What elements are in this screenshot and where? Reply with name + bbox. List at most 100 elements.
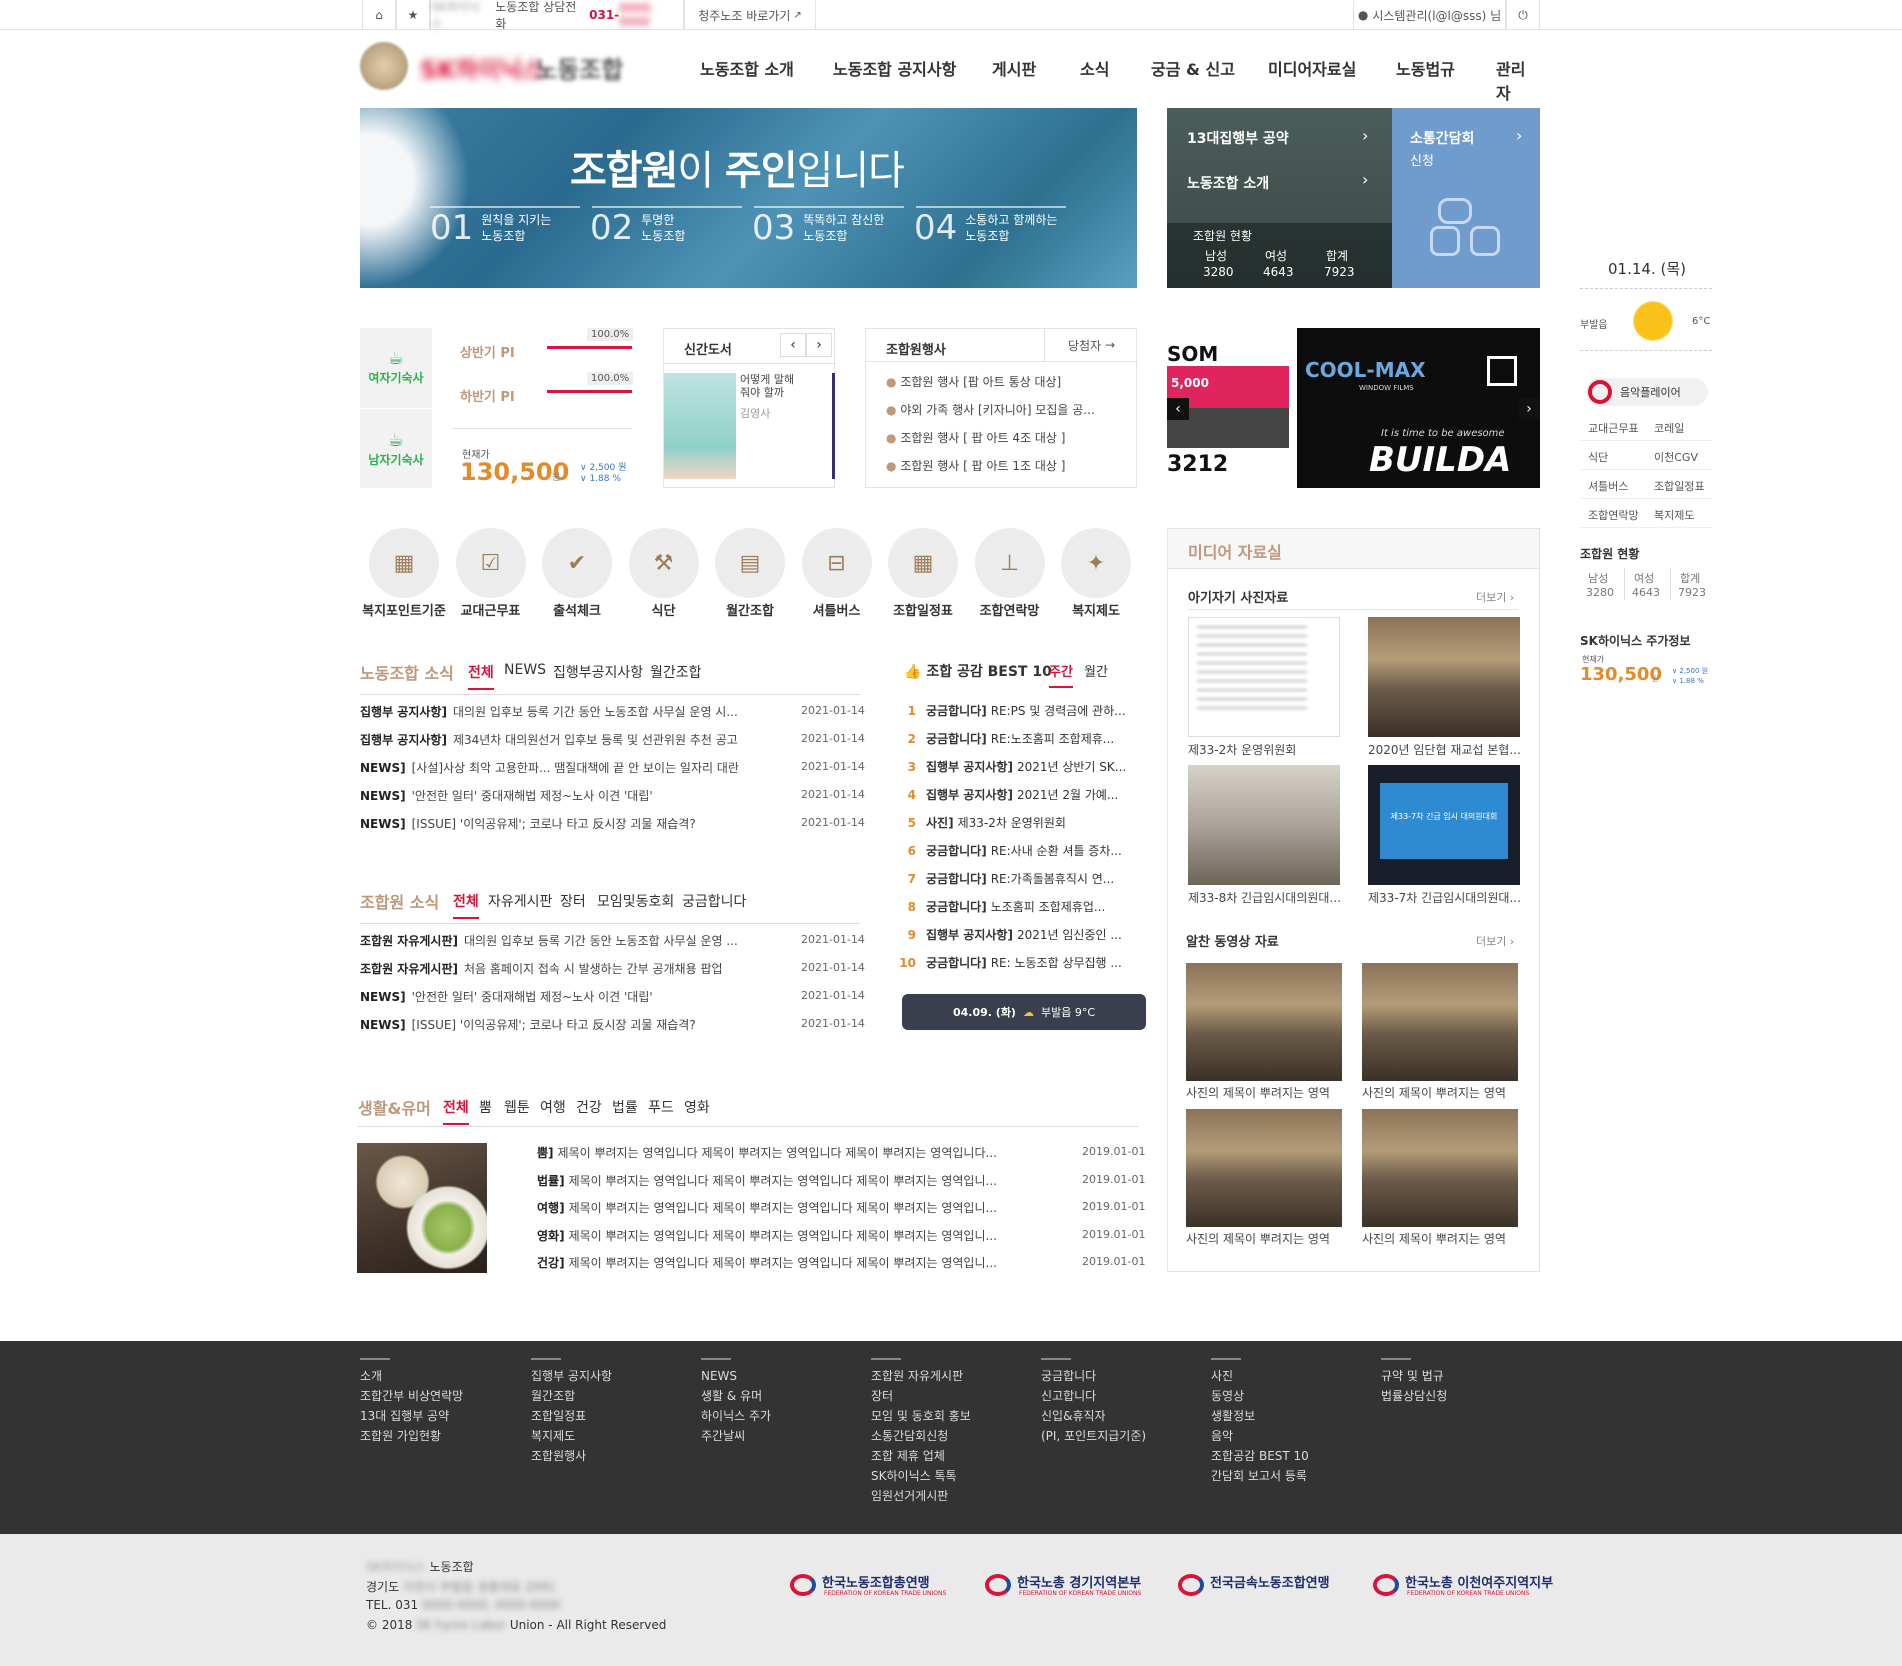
nav-item-law[interactable]: 노동법규 [1396, 56, 1455, 80]
nav-item-news[interactable]: 소식 [1080, 56, 1109, 80]
footer-link[interactable]: 집행부 공지사항 [531, 1366, 612, 1386]
partner-logo[interactable]: 한국노총 경기지역본부 FEDERATION OF KOREAN TRADE UN… [985, 1570, 1165, 1606]
tab-monthly[interactable]: 월간조합 [650, 662, 702, 682]
nav-item-notice[interactable]: 노동조합 공지사항 [833, 56, 956, 80]
winners-link[interactable]: 당첨자 → [1044, 329, 1138, 361]
tab-food[interactable]: 푸드 [648, 1097, 674, 1117]
list-item[interactable]: 법률] 제목이 뿌려지는 영역입니다 제목이 뿌려지는 영역입니다 제목이 뿌려지… [537, 1172, 1057, 1189]
power-icon[interactable]: ⏻ [1506, 0, 1540, 30]
quick-link[interactable]: 셔틀버스 [1588, 478, 1628, 494]
quick-link[interactable]: 조합연락망 [1588, 507, 1639, 523]
event-item[interactable]: ● 조합원 행사 [팝 아트 통상 대상] [886, 373, 1126, 390]
tab-travel[interactable]: 여행 [540, 1097, 566, 1117]
footer-link[interactable]: 소통간담회신청 [871, 1426, 971, 1446]
best-item[interactable]: 5 사진] 제33-2차 운영위원회 [896, 814, 1140, 831]
footer-link[interactable]: 임원선거게시판 [871, 1486, 971, 1506]
calendar-check-icon[interactable]: ☑ [455, 528, 526, 598]
footer-link[interactable]: 생활 & 유머 [701, 1386, 771, 1406]
list-item[interactable]: 조합원 자유게시판] 대의원 입후보 등록 기간 동안 노동조합 사무실 운영 .… [360, 932, 789, 949]
footer-link[interactable]: 조합공감 BEST 10 [1211, 1446, 1309, 1466]
photo-thumb[interactable] [1368, 617, 1520, 737]
best-item[interactable]: 4 집행부 공지사항] 2021년 2월 가예... [896, 786, 1140, 803]
list-item[interactable]: 여행] 제목이 뿌려지는 영역입니다 제목이 뿌려지는 영역입니다 제목이 뿌려지… [537, 1199, 1057, 1216]
star-icon[interactable]: ★ [396, 0, 430, 30]
book-cover[interactable] [664, 373, 736, 479]
photo-thumb[interactable] [1188, 765, 1340, 885]
photo-caption[interactable]: 2020년 임단협 재교섭 본협... [1368, 741, 1520, 758]
tab-all[interactable]: 전체 [468, 662, 494, 690]
tab-notice[interactable]: 집행부공지사항 [553, 662, 643, 682]
weather-widget[interactable]: 04.09. (화) ☁ 부발읍 9°C [902, 994, 1146, 1030]
footer-link[interactable]: 조합일정표 [531, 1406, 612, 1426]
footer-link[interactable]: 간담회 보고서 등록 [1211, 1466, 1309, 1486]
book-title[interactable]: 어떻게 말해줘야 할까 [740, 373, 804, 399]
footer-link[interactable]: 소개 [360, 1366, 463, 1386]
check-icon[interactable]: ✔ [542, 528, 612, 598]
tab-clubs[interactable]: 모임및동호회 [597, 891, 674, 911]
video-caption[interactable]: 사진의 제목이 뿌려지는 영역 [1362, 1230, 1518, 1247]
nav-item-admin[interactable]: 관리자 [1496, 56, 1540, 104]
calendar-icon[interactable]: ▦ [888, 528, 958, 598]
footer-link[interactable]: 복지제도 [531, 1426, 612, 1446]
video-caption[interactable]: 사진의 제목이 뿌려지는 영역 [1186, 1230, 1342, 1247]
footer-link[interactable]: 13대 집행부 공약 [360, 1406, 463, 1426]
partner-logo[interactable]: 한국노총 이천여주지역지부 FEDERATION OF KOREAN TRADE … [1373, 1570, 1553, 1606]
cheongju-link[interactable]: 청주노조 바로가기 ↗ [684, 0, 816, 30]
list-item[interactable]: 건강] 제목이 뿌려지는 영역입니다 제목이 뿌려지는 영역입니다 제목이 뿌려지… [537, 1254, 1057, 1271]
video-thumb[interactable] [1186, 963, 1342, 1081]
music-player-button[interactable]: 음악플레이어 [1586, 378, 1708, 406]
footer-link[interactable]: 모임 및 동호회 홍보 [871, 1406, 971, 1426]
life-thumbnail[interactable] [357, 1143, 487, 1273]
best-item[interactable]: 3 집행부 공지사항] 2021년 상반기 SK... [896, 758, 1140, 775]
photo-more-link[interactable]: 더보기 › [1476, 589, 1514, 605]
banner-next-icon[interactable]: › [1518, 398, 1540, 420]
quick-link[interactable]: 코레일 [1654, 420, 1684, 436]
best-item[interactable]: 8 궁금합니다] 노조홈피 조합제휴업... [896, 898, 1140, 915]
list-item[interactable]: 뿜] 제목이 뿌려지는 영역입니다 제목이 뿌려지는 영역입니다 제목이 뿌려지는… [537, 1144, 1057, 1161]
video-thumb[interactable] [1362, 1109, 1518, 1227]
footer-link[interactable]: 동영상 [1211, 1386, 1309, 1406]
male-dorm-button[interactable]: ☕ 남자기숙사 [360, 408, 432, 488]
quick-link[interactable]: 조합일정표 [1654, 478, 1705, 494]
tab-weekly[interactable]: 주간 [1049, 661, 1073, 688]
tab-law[interactable]: 법률 [612, 1097, 638, 1117]
photo-caption[interactable]: 제33-8차 긴급임시대의원대... [1188, 889, 1340, 906]
footer-link[interactable]: 음악 [1211, 1426, 1309, 1446]
user-info[interactable]: ● 시스템관리(l@l@sss) 님 [1353, 0, 1506, 30]
quick-link[interactable]: 교대근무표 [1588, 420, 1639, 436]
event-item[interactable]: ● 조합원 행사 [ 팝 아트 1조 대상 ] [886, 457, 1126, 474]
list-item[interactable]: 조합원 자유게시판] 처음 홈페이지 접속 시 발생하는 간부 공개채용 팝업 [360, 960, 789, 977]
list-item[interactable]: 집행부 공지사항] 대의원 입후보 등록 기간 동안 노동조합 사무실 운영 시.… [360, 703, 789, 720]
pledge-link[interactable]: 13대집행부 공약 [1187, 128, 1289, 148]
footer-link[interactable]: 규약 및 법규 [1381, 1366, 1447, 1386]
footer-link[interactable]: (PI, 포인트지급기준) [1041, 1426, 1146, 1446]
list-item[interactable]: NEWS] '안전한 일터' 중대재해법 제정~노사 이견 '대립' [360, 988, 789, 1005]
video-thumb[interactable] [1186, 1109, 1342, 1227]
video-caption[interactable]: 사진의 제목이 뿌려지는 영역 [1186, 1084, 1342, 1101]
tab-health[interactable]: 건강 [576, 1097, 602, 1117]
tab-free-board[interactable]: 자유게시판 [488, 891, 552, 911]
best-item[interactable]: 6 궁금합니다] RE:사내 순환 셔틀 증차... [896, 842, 1140, 859]
best-item[interactable]: 9 집행부 공지사항] 2021년 임신중인 ... [896, 926, 1140, 943]
list-item[interactable]: NEWS] [사설]사상 최악 고용한파... 땜질대책에 끝 안 보이는 일자리… [360, 759, 789, 776]
nav-item-board[interactable]: 게시판 [992, 56, 1036, 80]
list-item[interactable]: 집행부 공지사항] 제34년차 대의원선거 입후보 등록 및 선관위원 추천 공고 [360, 731, 789, 748]
calculator-icon[interactable]: ▦ [369, 528, 439, 598]
quick-label[interactable]: 복지제도 [1041, 600, 1151, 619]
tab-ppum[interactable]: 뿜 [479, 1097, 492, 1117]
next-arrow-icon[interactable]: › [806, 333, 832, 357]
best-item[interactable]: 7 궁금합니다] RE:가족돌봄휴직시 연... [896, 870, 1140, 887]
quick-link[interactable]: 식단 [1588, 449, 1608, 465]
footer-link[interactable]: 조합간부 비상연락망 [360, 1386, 463, 1406]
bus-icon[interactable]: ⊟ [801, 528, 872, 598]
event-item[interactable]: ● 야외 가족 행사 [키자니아] 모집을 공... [886, 401, 1126, 418]
home-icon[interactable]: ⌂ [362, 0, 396, 30]
partner-logo[interactable]: 전국금속노동조합연맹 [1178, 1570, 1358, 1606]
tab-market[interactable]: 장터 [560, 891, 586, 911]
nav-item-qna[interactable]: 궁금 & 신고 [1151, 56, 1235, 80]
footer-link[interactable]: 조합원 자유게시판 [871, 1366, 971, 1386]
footer-link[interactable]: 신고합니다 [1041, 1386, 1146, 1406]
tab-news[interactable]: NEWS [504, 662, 546, 678]
list-item[interactable]: NEWS] [ISSUE] '이익공유제'; 코로나 타고 反시장 괴물 재습격? [360, 815, 789, 832]
tab-webtoon[interactable]: 웹툰 [504, 1097, 530, 1117]
